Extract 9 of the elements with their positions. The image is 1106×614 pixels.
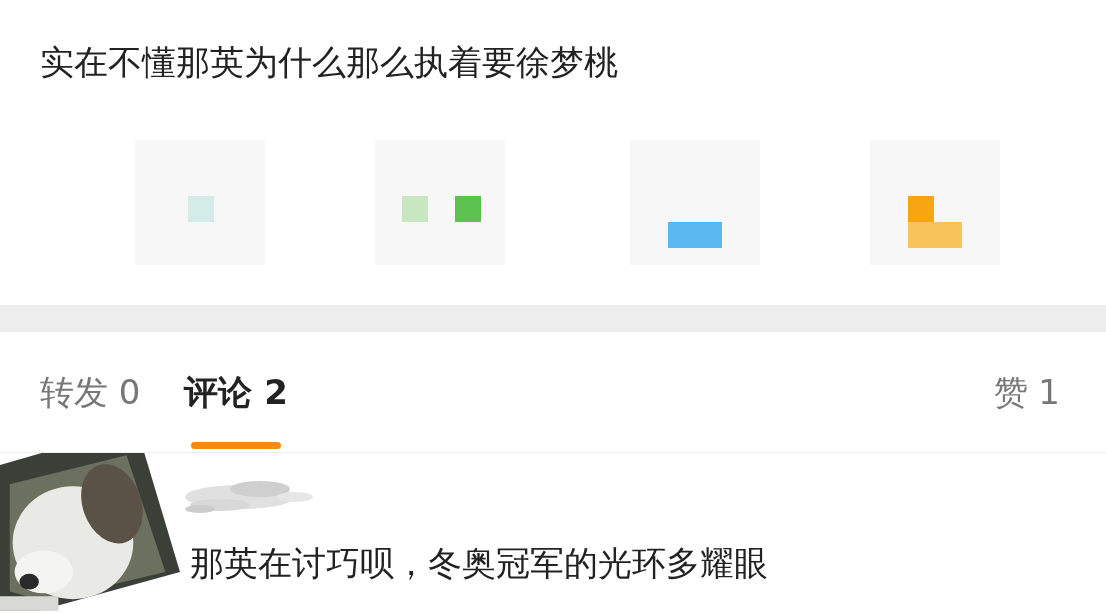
tab[interactable]: 评论 2 (184, 332, 288, 449)
pixelated-icon[interactable] (375, 140, 505, 265)
pixelated-icon[interactable] (630, 140, 760, 265)
post-text: 实在不懂那英为什么那么执着要徐梦桃 (40, 41, 618, 84)
pixelated-icon[interactable] (870, 140, 1000, 265)
likes-tab[interactable]: 赞 1 (987, 332, 1066, 417)
comment-text: 那英在讨巧呗，冬奥冠军的光环多耀眼 (190, 542, 768, 585)
pixelated-icon[interactable] (135, 140, 265, 265)
tab[interactable]: 转发 0 (40, 332, 141, 449)
